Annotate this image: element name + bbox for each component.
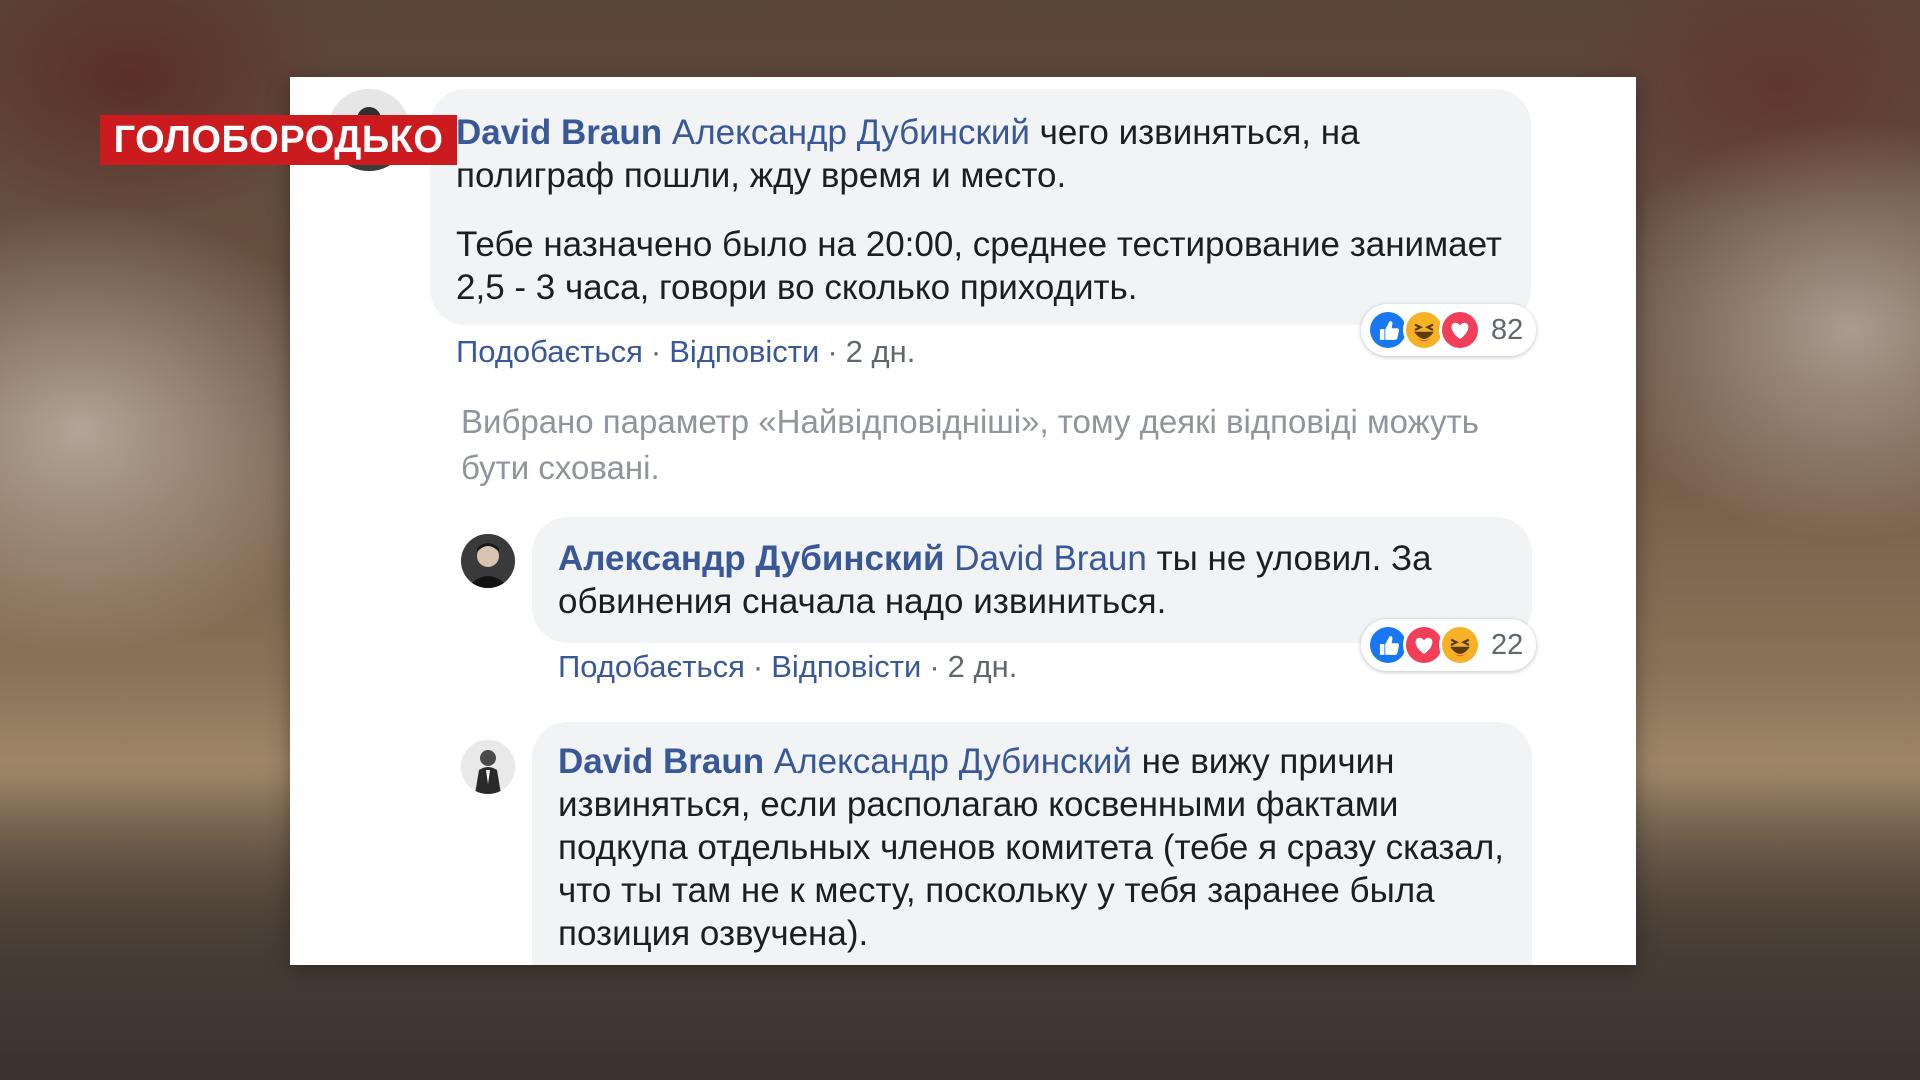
comment-text-1: David Braun Александр Дубинский чего изв…	[456, 111, 1505, 197]
person-photo-icon	[461, 740, 515, 794]
comment-author-link[interactable]: David Braun	[558, 742, 764, 781]
haha-icon	[1439, 624, 1481, 666]
comment-timestamp[interactable]: 2 дн.	[846, 334, 916, 369]
reply-button[interactable]: Відповісти	[771, 649, 921, 684]
comment-actions-2: Подобається · Відповісти · 2 дн.	[558, 649, 1018, 684]
facebook-comments-screenshot: David Braun Александр Дубинский чего изв…	[290, 77, 1636, 965]
comment-text-2: Александр Дубинский David Braun ты не ул…	[558, 537, 1506, 623]
comment-bubble-3: David Braun Александр Дубинский не вижу …	[532, 722, 1532, 965]
like-button[interactable]: Подобається	[456, 334, 643, 369]
speaker-name-label: ГОЛОБОРОДЬКО	[100, 115, 457, 165]
mention-link[interactable]: Александр Дубинский	[672, 113, 1030, 152]
comment-bubble-1: David Braun Александр Дубинский чего изв…	[430, 89, 1531, 325]
reactions-summary-1[interactable]: 82	[1361, 304, 1536, 356]
reply-button[interactable]: Відповісти	[669, 334, 819, 369]
person-photo-icon	[461, 534, 515, 588]
reaction-count-2: 22	[1491, 628, 1524, 661]
replies-filter-notice: Вибрано параметр «Найвідповідніші», тому…	[461, 403, 1479, 486]
love-icon	[1439, 309, 1481, 351]
comment-timestamp[interactable]: 2 дн.	[948, 649, 1018, 684]
comment-author-link[interactable]: David Braun	[456, 113, 662, 152]
comment-text-1b: Тебе назначено было на 20:00, среднее те…	[456, 225, 1502, 307]
mention-link[interactable]: Александр Дубинский	[774, 742, 1132, 781]
avatar-david-braun[interactable]	[461, 740, 515, 794]
comment-author-link[interactable]: Александр Дубинский	[558, 539, 945, 578]
mention-link[interactable]: David Braun	[954, 539, 1147, 578]
like-button[interactable]: Подобається	[558, 649, 745, 684]
avatar-aleksandr-dubinsky[interactable]	[461, 534, 515, 588]
reaction-count-1: 82	[1491, 313, 1524, 346]
reactions-summary-2[interactable]: 22	[1361, 619, 1536, 671]
comment-text-3: David Braun Александр Дубинский не вижу …	[558, 740, 1506, 955]
comment-actions-1: Подобається · Відповісти · 2 дн.	[456, 334, 916, 369]
